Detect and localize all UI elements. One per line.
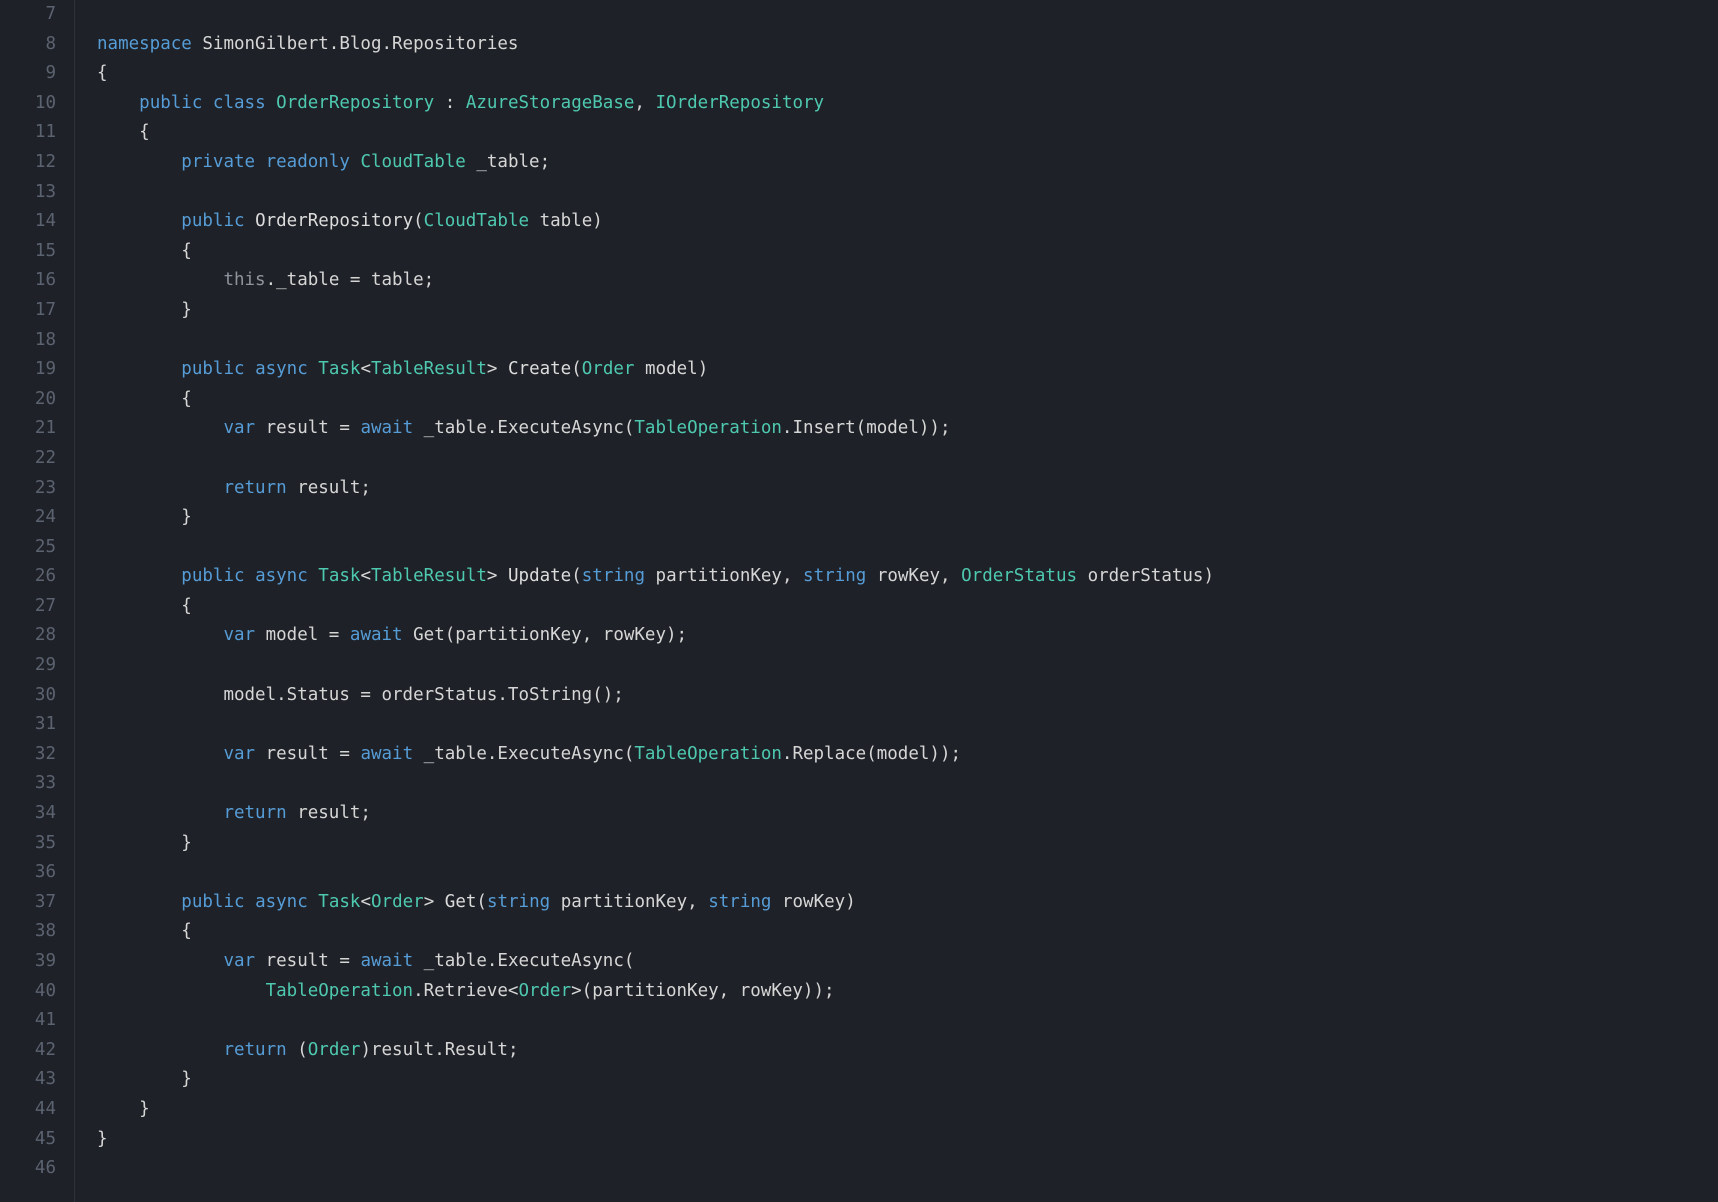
line-number: 27 (0, 592, 56, 622)
code-line[interactable]: } (97, 1065, 1718, 1095)
code-line[interactable]: private readonly CloudTable _table; (97, 148, 1718, 178)
code-line[interactable]: } (97, 1125, 1718, 1155)
code-line[interactable]: return (Order)result.Result; (97, 1036, 1718, 1066)
code-line[interactable]: { (97, 592, 1718, 622)
code-line[interactable] (97, 710, 1718, 740)
code-line[interactable] (97, 651, 1718, 681)
code-line[interactable]: public async Task<TableResult> Update(st… (97, 562, 1718, 592)
line-number: 22 (0, 444, 56, 474)
code-line[interactable]: this._table = table; (97, 266, 1718, 296)
code-line[interactable]: { (97, 59, 1718, 89)
code-line[interactable]: public class OrderRepository : AzureStor… (97, 89, 1718, 119)
line-number: 28 (0, 621, 56, 651)
code-line[interactable] (97, 533, 1718, 563)
code-line[interactable]: namespace SimonGilbert.Blog.Repositories (97, 30, 1718, 60)
code-line[interactable] (97, 1006, 1718, 1036)
line-number: 16 (0, 266, 56, 296)
line-number: 34 (0, 799, 56, 829)
code-line[interactable]: { (97, 917, 1718, 947)
code-line[interactable]: { (97, 118, 1718, 148)
line-number: 38 (0, 917, 56, 947)
code-line[interactable]: return result; (97, 474, 1718, 504)
line-number: 12 (0, 148, 56, 178)
line-number: 21 (0, 414, 56, 444)
line-number: 13 (0, 178, 56, 208)
line-number: 9 (0, 59, 56, 89)
line-number: 11 (0, 118, 56, 148)
code-line[interactable]: var result = await _table.ExecuteAsync(T… (97, 414, 1718, 444)
line-number: 31 (0, 710, 56, 740)
code-line[interactable] (97, 326, 1718, 356)
line-number: 26 (0, 562, 56, 592)
code-line[interactable]: } (97, 296, 1718, 326)
code-line[interactable]: } (97, 503, 1718, 533)
line-number: 45 (0, 1125, 56, 1155)
line-number: 10 (0, 89, 56, 119)
code-line[interactable] (97, 178, 1718, 208)
line-number: 40 (0, 977, 56, 1007)
code-line[interactable]: public OrderRepository(CloudTable table) (97, 207, 1718, 237)
line-number: 44 (0, 1095, 56, 1125)
code-line[interactable]: var result = await _table.ExecuteAsync(T… (97, 740, 1718, 770)
line-number-gutter: 7891011121314151617181920212223242526272… (0, 0, 75, 1202)
line-number: 25 (0, 533, 56, 563)
code-line[interactable]: var result = await _table.ExecuteAsync( (97, 947, 1718, 977)
line-number: 24 (0, 503, 56, 533)
code-line[interactable]: model.Status = orderStatus.ToString(); (97, 681, 1718, 711)
code-line[interactable] (97, 0, 1718, 30)
code-line[interactable]: } (97, 829, 1718, 859)
line-number: 43 (0, 1065, 56, 1095)
line-number: 41 (0, 1006, 56, 1036)
line-number: 19 (0, 355, 56, 385)
line-number: 29 (0, 651, 56, 681)
code-line[interactable] (97, 769, 1718, 799)
line-number: 7 (0, 0, 56, 30)
line-number: 8 (0, 30, 56, 60)
line-number: 37 (0, 888, 56, 918)
line-number: 20 (0, 385, 56, 415)
code-line[interactable]: return result; (97, 799, 1718, 829)
line-number: 14 (0, 207, 56, 237)
line-number: 36 (0, 858, 56, 888)
code-line[interactable] (97, 1154, 1718, 1184)
line-number: 23 (0, 474, 56, 504)
code-line[interactable]: var model = await Get(partitionKey, rowK… (97, 621, 1718, 651)
line-number: 32 (0, 740, 56, 770)
code-line[interactable] (97, 858, 1718, 888)
line-number: 15 (0, 237, 56, 267)
line-number: 33 (0, 769, 56, 799)
line-number: 39 (0, 947, 56, 977)
code-line[interactable]: public async Task<Order> Get(string part… (97, 888, 1718, 918)
line-number: 30 (0, 681, 56, 711)
line-number: 46 (0, 1154, 56, 1184)
code-line[interactable]: } (97, 1095, 1718, 1125)
line-number: 42 (0, 1036, 56, 1066)
code-line[interactable]: public async Task<TableResult> Create(Or… (97, 355, 1718, 385)
code-line[interactable]: TableOperation.Retrieve<Order>(partition… (97, 977, 1718, 1007)
code-line[interactable] (97, 444, 1718, 474)
code-area[interactable]: namespace SimonGilbert.Blog.Repositories… (75, 0, 1718, 1202)
code-line[interactable]: { (97, 237, 1718, 267)
code-line[interactable]: { (97, 385, 1718, 415)
line-number: 35 (0, 829, 56, 859)
line-number: 17 (0, 296, 56, 326)
code-editor[interactable]: 7891011121314151617181920212223242526272… (0, 0, 1718, 1202)
line-number: 18 (0, 326, 56, 356)
